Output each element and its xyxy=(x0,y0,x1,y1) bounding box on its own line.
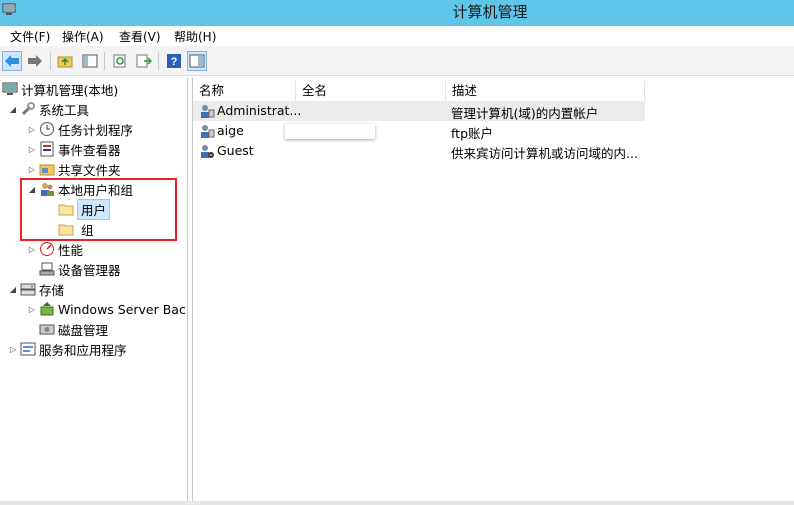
tools-icon xyxy=(20,101,36,117)
redacted-fullname xyxy=(285,124,375,139)
tree-item-disk-management[interactable]: 磁盘管理 xyxy=(39,319,108,339)
storage-icon xyxy=(20,281,36,297)
tree-item-label: 任务计划程序 xyxy=(58,122,134,138)
up-level-button[interactable] xyxy=(55,51,75,71)
shared-folder-icon xyxy=(39,161,55,177)
tree-item-label: 计算机管理(本地) xyxy=(21,82,119,98)
table-row[interactable]: Administrat... 管理计算机(域)的内置帐户 xyxy=(193,101,645,121)
back-arrow-icon xyxy=(5,55,19,67)
window-title: 计算机管理 xyxy=(452,3,528,21)
user-name: aige xyxy=(217,123,244,138)
console-tree-icon xyxy=(82,54,98,68)
tree-item-label: 服务和应用程序 xyxy=(39,342,127,358)
export-list-button[interactable] xyxy=(134,51,154,71)
tree-item-event-viewer[interactable]: ▷ 事件查看器 xyxy=(27,139,121,159)
folder-up-icon xyxy=(57,56,73,68)
menu-bar: 文件(F) 操作(A) 查看(V) 帮助(H) xyxy=(0,26,794,46)
tree-item-windows-server-backup[interactable]: ▷ Windows Server Back xyxy=(27,299,188,319)
forward-button[interactable] xyxy=(25,51,45,71)
tree-item-performance[interactable]: ▷ 性能 xyxy=(27,239,83,259)
tree-item-label: 系统工具 xyxy=(39,102,90,118)
user-description: ftp账户 xyxy=(451,126,494,141)
highlight-annotation xyxy=(20,178,177,241)
collapsed-arrow-icon[interactable]: ▷ xyxy=(27,125,37,134)
expanded-arrow-icon[interactable]: ◢ xyxy=(8,285,18,294)
user-icon xyxy=(201,125,215,138)
column-header-fullname[interactable]: 全名 xyxy=(296,81,446,101)
user-description: 供来宾访问计算机或访问域的内... xyxy=(451,146,638,161)
action-pane-icon xyxy=(189,54,205,68)
tree-item-label: Windows Server Back xyxy=(58,301,188,317)
tree-item-task-scheduler[interactable]: ▷ 任务计划程序 xyxy=(27,119,133,139)
computer-management-icon xyxy=(2,81,18,97)
tree-item-computer-management[interactable]: 计算机管理(本地) xyxy=(2,79,118,99)
menu-file[interactable]: 文件(F) xyxy=(8,28,52,45)
show-hide-console-tree-button[interactable] xyxy=(80,51,100,71)
bottom-border xyxy=(0,501,794,505)
tree-item-storage[interactable]: ◢ 存储 xyxy=(8,279,64,299)
tree-item-label: 磁盘管理 xyxy=(58,322,109,338)
export-icon xyxy=(136,54,152,68)
column-header-name[interactable]: 名称 xyxy=(193,81,296,101)
toolbar: ? xyxy=(0,46,794,76)
menu-action[interactable]: 操作(A) xyxy=(60,28,106,45)
tree-item-services-apps[interactable]: ▷ 服务和应用程序 xyxy=(8,339,127,359)
toolbar-separator xyxy=(50,52,51,70)
device-manager-icon xyxy=(39,261,55,277)
table-row[interactable]: Guest 供来宾访问计算机或访问域的内... xyxy=(193,141,645,161)
user-description: 管理计算机(域)的内置帐户 xyxy=(451,106,599,121)
collapsed-arrow-icon[interactable]: ▷ xyxy=(8,345,18,354)
tree-item-label: 共享文件夹 xyxy=(58,162,121,178)
svg-text:?: ? xyxy=(171,56,178,68)
help-button[interactable]: ? xyxy=(164,51,184,71)
tree-item-label: 设备管理器 xyxy=(58,262,121,278)
tree-item-device-manager[interactable]: 设备管理器 xyxy=(39,259,121,279)
collapsed-arrow-icon[interactable]: ▷ xyxy=(27,165,37,174)
collapsed-arrow-icon[interactable]: ▷ xyxy=(27,145,37,154)
title-bar: 计算机管理 xyxy=(0,0,794,26)
clock-icon xyxy=(39,121,55,137)
user-name: Guest xyxy=(217,143,254,158)
user-icon xyxy=(201,105,215,118)
collapsed-arrow-icon[interactable]: ▷ xyxy=(27,305,37,314)
performance-icon xyxy=(39,241,55,257)
disk-management-icon xyxy=(39,321,55,337)
tree-item-label: 事件查看器 xyxy=(58,142,121,158)
table-row[interactable]: aige ftp账户 xyxy=(193,121,645,141)
computer-management-icon xyxy=(2,3,16,15)
backup-icon xyxy=(39,301,55,317)
tree-item-shared-folders[interactable]: ▷ 共享文件夹 xyxy=(27,159,121,179)
tree-item-system-tools[interactable]: ◢ 系统工具 xyxy=(8,99,89,119)
toolbar-separator xyxy=(158,52,159,70)
refresh-icon xyxy=(113,54,126,68)
menu-help[interactable]: 帮助(H) xyxy=(172,28,218,45)
collapsed-arrow-icon[interactable]: ▷ xyxy=(27,245,37,254)
tree-item-label: 存储 xyxy=(39,282,65,298)
user-list-pane: 名称 全名 描述 Administrat... 管理计算机(域)的内置帐户 ai… xyxy=(192,78,794,505)
help-icon: ? xyxy=(167,54,181,68)
refresh-button[interactable] xyxy=(110,51,130,71)
back-button[interactable] xyxy=(2,51,22,71)
forward-arrow-icon xyxy=(28,55,42,67)
toolbar-separator xyxy=(104,52,105,70)
column-header-description[interactable]: 描述 xyxy=(446,81,645,101)
event-viewer-icon xyxy=(39,141,55,157)
expanded-arrow-icon[interactable]: ◢ xyxy=(8,105,18,114)
show-hide-action-pane-button[interactable] xyxy=(187,51,207,71)
tree-item-label: 性能 xyxy=(58,242,84,258)
disabled-user-icon xyxy=(201,145,214,158)
menu-view[interactable]: 查看(V) xyxy=(117,28,163,45)
services-icon xyxy=(20,341,36,357)
user-name: Administrat... xyxy=(217,103,302,118)
console-tree: 计算机管理(本地) ◢ 系统工具 ▷ 任务计划程序 ▷ 事件查看器 ▷ 共享文件… xyxy=(0,78,188,505)
